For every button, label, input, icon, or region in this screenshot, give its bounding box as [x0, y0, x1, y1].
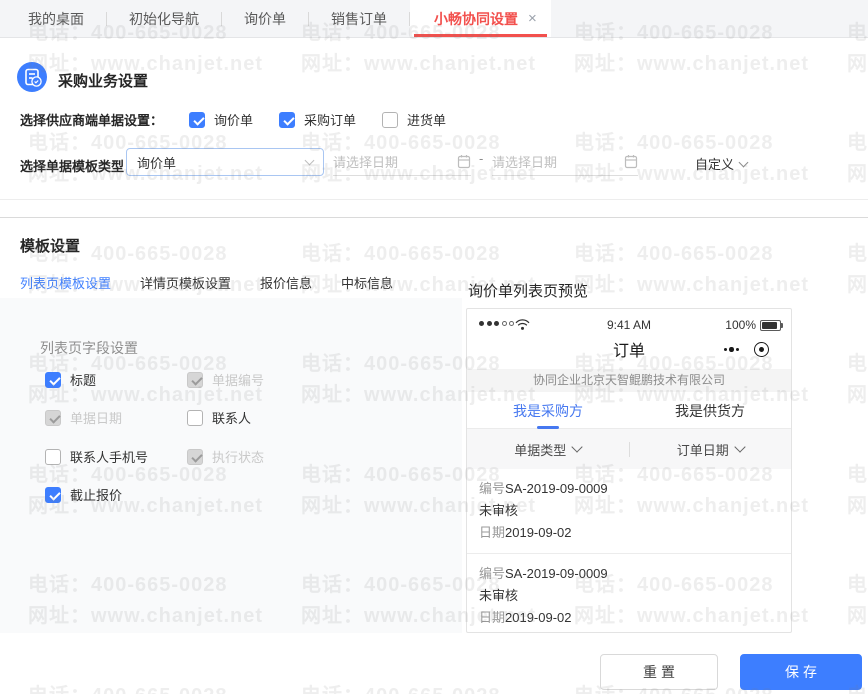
- battery-icon: [760, 320, 781, 331]
- chevron-down-icon: [734, 441, 745, 452]
- purchase-settings-icon: [17, 62, 47, 92]
- checkbox-box[interactable]: [45, 487, 61, 503]
- checkbox-doc-date: 单据日期: [45, 408, 122, 427]
- supplier-doc-settings-row: 选择供应商端单据设置： 询价单 采购订单 进货单: [20, 110, 446, 129]
- template-type-label: 选择单据模板类型：: [20, 156, 137, 175]
- supplier-doc-settings-label: 选择供应商端单据设置：: [20, 110, 163, 129]
- tab-sales-order[interactable]: 销售订单: [309, 0, 409, 37]
- save-button[interactable]: 保存: [740, 654, 862, 690]
- tab-xiaochang-collab-settings[interactable]: 小畅协同设置 ×: [410, 0, 551, 37]
- checkbox-contact-phone[interactable]: 联系人手机号: [45, 447, 148, 466]
- checkbox-box[interactable]: [45, 372, 61, 388]
- checkbox-title[interactable]: 标题: [45, 370, 96, 389]
- filter-doc-type: 单据类型: [467, 440, 629, 459]
- order-list-item: 编号SA-2019-09-0009 未审核 日期2019-09-02: [467, 554, 791, 633]
- more-icon: [724, 347, 740, 352]
- custom-range-link[interactable]: 自定义: [695, 154, 747, 173]
- preview-title: 询价单列表页预览: [468, 280, 588, 301]
- field-settings-title: 列表页字段设置: [40, 338, 138, 358]
- tab-detail-page-template[interactable]: 详情页模板设置: [140, 273, 231, 296]
- filter-order-date: 订单日期: [630, 440, 792, 459]
- tab-my-desktop[interactable]: 我的桌面: [6, 0, 106, 37]
- app-window: 我的桌面 初始化导航 询价单 销售订单 小畅协同设置 × 采购业务设置 选择供应…: [0, 0, 868, 694]
- checkbox-box: [187, 449, 203, 465]
- checkbox-box[interactable]: [382, 112, 398, 128]
- page-title: 采购业务设置: [58, 70, 148, 91]
- date-range-separator: -: [479, 151, 483, 166]
- checkbox-box[interactable]: [187, 410, 203, 426]
- chevron-down-icon: [739, 157, 749, 167]
- calendar-icon: [457, 154, 471, 169]
- checkbox-quote-deadline[interactable]: 截止报价: [45, 485, 122, 504]
- tab-award-info[interactable]: 中标信息: [341, 273, 393, 296]
- tab-init-nav[interactable]: 初始化导航: [107, 0, 221, 37]
- chevron-down-icon: [305, 156, 315, 166]
- tab-quote-info[interactable]: 报价信息: [260, 273, 312, 296]
- miniprogram-capsule: [724, 342, 770, 357]
- phone-tabs: 我是采购方 我是供货方: [467, 397, 791, 429]
- checkbox-box[interactable]: [45, 449, 61, 465]
- phone-filter-bar: 单据类型 订单日期: [467, 429, 791, 469]
- calendar-icon: [624, 154, 638, 169]
- checkbox-contact[interactable]: 联系人: [187, 408, 251, 427]
- checkbox-purchase-order[interactable]: 采购订单: [279, 110, 356, 129]
- reset-button[interactable]: 重置: [600, 654, 718, 690]
- checkbox-box[interactable]: [189, 112, 205, 128]
- exit-target-icon: [754, 342, 769, 357]
- phone-tab-supplier: 我是供货方: [629, 397, 791, 428]
- checkbox-box: [187, 372, 203, 388]
- phone-status-bar: 9:41 AM 100%: [467, 316, 791, 334]
- date-start-input[interactable]: 请选择日期: [333, 148, 471, 176]
- phone-preview: 9:41 AM 100% 订单 协同企业北京天智鲲鹏技术有限公司 我是采购方 我…: [466, 308, 792, 633]
- checkbox-box: [45, 410, 61, 426]
- divider: [0, 217, 868, 218]
- chevron-down-icon: [572, 441, 583, 452]
- date-end-input[interactable]: 请选择日期: [492, 148, 638, 176]
- company-banner: 协同企业北京天智鲲鹏技术有限公司: [467, 369, 791, 392]
- checkbox-inquiry-order[interactable]: 询价单: [189, 110, 253, 129]
- tab-inquiry-order[interactable]: 询价单: [222, 0, 308, 37]
- template-settings-title: 模板设置: [20, 235, 80, 256]
- checkbox-exec-status: 执行状态: [187, 447, 264, 466]
- phone-tab-buyer: 我是采购方: [467, 397, 629, 428]
- template-settings-tabs: 列表页模板设置 详情页模板设置 报价信息 中标信息: [20, 273, 393, 296]
- template-type-select[interactable]: 询价单: [126, 148, 324, 176]
- checkbox-goods-receipt[interactable]: 进货单: [382, 110, 446, 129]
- order-list-item: 编号SA-2019-09-0009 未审核 日期2019-09-02: [467, 469, 791, 554]
- battery-indicator: 100%: [725, 318, 781, 332]
- tab-list-page-template[interactable]: 列表页模板设置: [20, 273, 111, 296]
- checkbox-box[interactable]: [279, 112, 295, 128]
- close-icon[interactable]: ×: [528, 10, 537, 27]
- divider: [0, 199, 868, 200]
- checkbox-doc-number: 单据编号: [187, 370, 264, 389]
- window-tab-bar: 我的桌面 初始化导航 询价单 销售订单 小畅协同设置 ×: [0, 0, 868, 38]
